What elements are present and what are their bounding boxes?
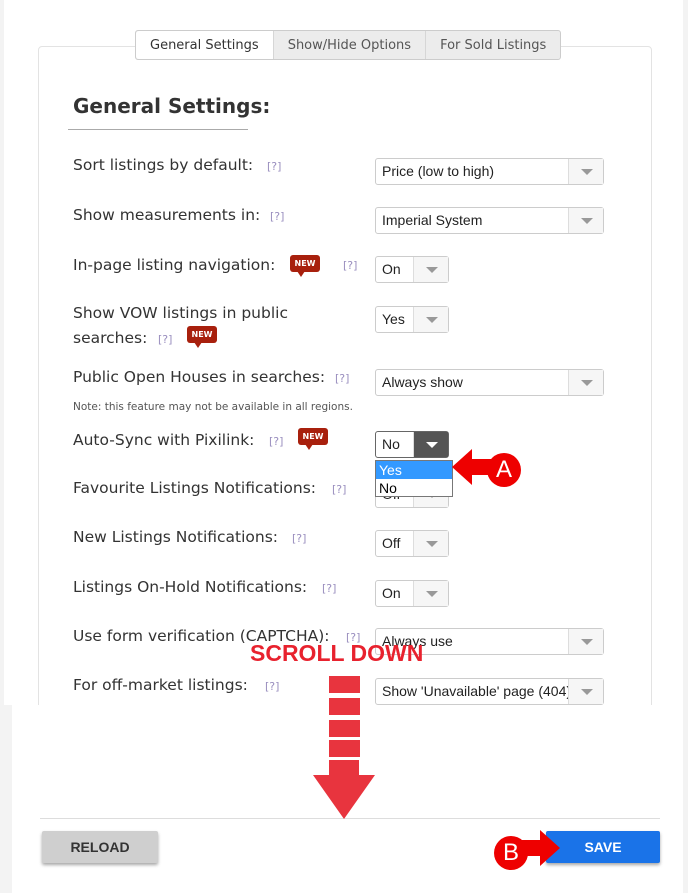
annotation-a: A [487,453,521,487]
chevron-down-icon [413,432,448,457]
select-value: Yes [382,311,405,327]
open-houses-select[interactable]: Always show [375,369,604,396]
select-value: Always show [382,374,463,390]
tab-show-hide-options[interactable]: Show/Hide Options [272,31,425,59]
select-value: Imperial System [382,212,483,228]
new-listings-select[interactable]: Off [375,530,449,557]
help-link[interactable]: [?] [267,160,281,173]
navigation-label: In-page listing navigation: [73,256,276,274]
vow-label-line2: searches: [73,329,148,347]
chevron-down-icon [568,679,603,704]
new-badge: NEW [298,428,328,450]
save-button[interactable]: SAVE [546,831,660,863]
arrow-dash [329,720,360,737]
arrow-dash [329,698,360,715]
arrow-dash [329,676,360,693]
arrow-down-icon [313,760,375,819]
off-market-select[interactable]: Show 'Unavailable' page (404) [375,678,604,705]
help-link[interactable]: [?] [322,582,336,595]
arrow-left-icon [452,449,492,485]
help-link[interactable]: [?] [270,210,284,223]
on-hold-label: Listings On-Hold Notifications: [73,578,308,596]
annotation-b: B [494,836,528,870]
open-houses-label: Public Open Houses in searches: [73,368,326,386]
measurements-select[interactable]: Imperial System [375,207,604,234]
select-value: On [382,585,401,601]
chevron-down-icon [568,159,603,184]
option-yes[interactable]: Yes [376,461,452,479]
arrow-dash [329,740,360,757]
help-link[interactable]: [?] [269,435,283,448]
auto-sync-label: Auto-Sync with Pixilink: [73,431,255,449]
off-market-label: For off-market listings: [73,676,248,694]
option-no[interactable]: No [376,479,452,497]
select-value: Price (low to high) [382,163,495,179]
sort-label: Sort listings by default: [73,156,254,174]
help-link[interactable]: [?] [332,483,346,496]
chevron-down-icon [413,581,448,606]
favourite-label: Favourite Listings Notifications: [73,479,316,497]
select-value: Show 'Unavailable' page (404) [382,683,572,699]
vow-select[interactable]: Yes [375,306,449,333]
auto-sync-select[interactable]: No [375,431,449,458]
sort-select[interactable]: Price (low to high) [375,158,604,185]
chevron-down-icon [413,257,448,282]
auto-sync-dropdown: Yes No [375,460,453,497]
tab-general-settings[interactable]: General Settings [136,31,273,59]
select-value: No [382,436,400,452]
tab-bar: General Settings Show/Hide Options For S… [135,30,562,60]
help-link[interactable]: [?] [343,259,357,272]
reload-button[interactable]: RELOAD [42,831,158,863]
select-value: Off [382,535,401,551]
chevron-down-icon [568,370,603,395]
new-badge: NEW [187,326,217,348]
chevron-down-icon [413,307,448,332]
new-listings-label: New Listings Notifications: [73,528,279,546]
vow-label: Show VOW listings in public [73,304,288,322]
chevron-down-icon [568,629,603,654]
chevron-down-icon [413,531,448,556]
on-hold-select[interactable]: On [375,580,449,607]
new-badge: NEW [290,255,320,277]
scroll-down-annotation: SCROLL DOWN [250,640,424,666]
help-link[interactable]: [?] [292,532,306,545]
tab-for-sold-listings[interactable]: For Sold Listings [425,31,560,59]
heading-underline [68,129,248,130]
help-link[interactable]: [?] [265,680,279,693]
help-link[interactable]: [?] [158,333,172,346]
region-note: Note: this feature may not be available … [73,401,353,413]
chevron-down-icon [568,208,603,233]
measurements-label: Show measurements in: [73,206,261,224]
help-link[interactable]: [?] [335,372,349,385]
section-heading: General Settings: [73,94,271,118]
navigation-select[interactable]: On [375,256,449,283]
select-value: On [382,261,401,277]
